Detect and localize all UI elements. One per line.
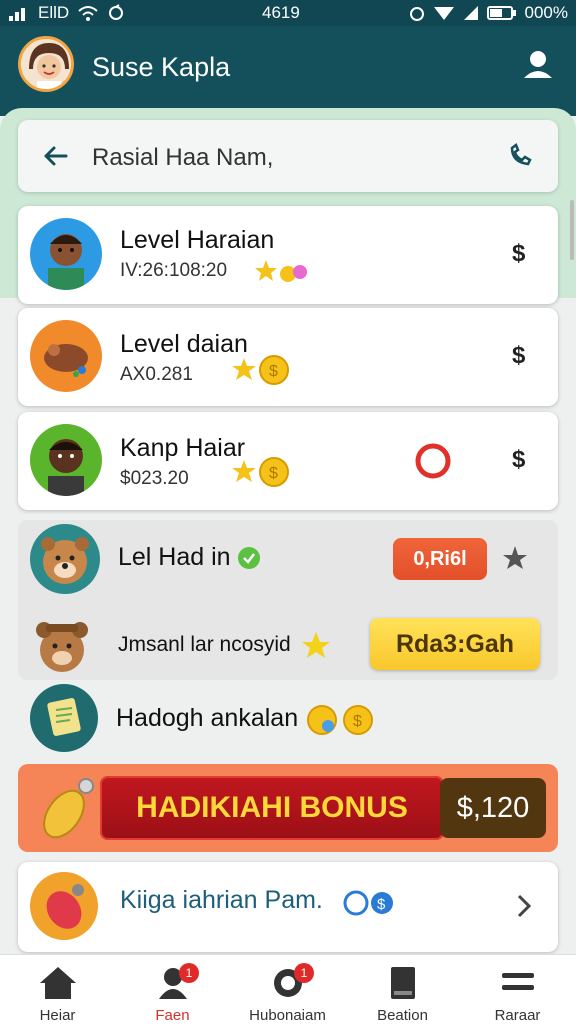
scrollbar[interactable]: [570, 200, 574, 260]
svg-text:$: $: [269, 465, 278, 482]
list-item[interactable]: Level Haraian IV:26:108:20 $: [18, 206, 558, 304]
check-badge-icon: [238, 547, 260, 569]
nav-home[interactable]: Heiar: [0, 955, 115, 1024]
promo-row[interactable]: Kiiga iahrian Pam. $: [18, 862, 558, 952]
carrier-label: EllD: [38, 3, 70, 22]
bonus-amount[interactable]: $,120: [440, 778, 546, 838]
cell-signal-icon: [463, 6, 478, 20]
bottom-nav: Heiar 1 Faen 1 Hubonaiam Beation Raraar: [0, 954, 576, 1024]
row-action[interactable]: $: [512, 240, 525, 268]
record-icon[interactable]: [414, 442, 452, 480]
row-subtitle: $023.20: [120, 468, 189, 489]
svg-text:$: $: [269, 363, 278, 380]
search-input[interactable]: Rasial Haa Nam,: [92, 144, 273, 172]
row-title: Level Haraian: [120, 226, 275, 254]
panel-row-title: Jmsanl lar ncosyid: [118, 633, 291, 656]
battery-percent: 000%: [524, 3, 568, 22]
promo-avatar: [30, 872, 98, 940]
notification-badge: 1: [294, 963, 314, 983]
nav-label: Heiar: [39, 1007, 76, 1024]
profile-avatar[interactable]: [18, 36, 74, 92]
alarm-icon: [409, 7, 424, 21]
man-avatar: [30, 218, 102, 290]
chevron-right-icon[interactable]: [514, 892, 534, 920]
clock: 4619: [262, 3, 300, 22]
row-action[interactable]: $: [512, 446, 525, 474]
coins-icon: $: [307, 705, 373, 735]
bear-mascot-icon: [30, 614, 94, 678]
nav-label: Faen: [155, 1007, 190, 1024]
star-icon[interactable]: [502, 545, 528, 571]
nav-label: Beation: [377, 1007, 428, 1024]
nav-menu[interactable]: Raraar: [460, 955, 575, 1024]
panel-button-orange[interactable]: 0,Ri6l: [393, 538, 487, 580]
nav-label: Raraar: [494, 1007, 541, 1024]
list-item[interactable]: Level daian AX0.281 $ $: [18, 308, 558, 406]
svg-text:$: $: [377, 896, 386, 913]
user-icon[interactable]: [520, 46, 556, 82]
notification-badge: 1: [179, 963, 199, 983]
nav-book[interactable]: Beation: [345, 955, 460, 1024]
wifi-full-icon: [433, 7, 454, 20]
row-subtitle: IV:26:108:20: [120, 260, 228, 281]
star-coin-icon: $: [232, 457, 289, 487]
star-coin-icon: $: [232, 355, 289, 385]
page-title: Suse Kapla: [92, 52, 231, 82]
signal-icon: [9, 8, 25, 21]
menu-icon: [502, 973, 534, 990]
rocket-icon: [43, 778, 94, 839]
book-icon: [391, 967, 415, 999]
row-title: Level daian: [120, 330, 248, 358]
man-avatar: [30, 424, 102, 496]
search-bar[interactable]: Rasial Haa Nam,: [18, 120, 558, 192]
bear-avatar: [30, 524, 100, 594]
sync-icon: [109, 4, 124, 20]
item-avatar: [30, 320, 102, 392]
battery-icon: [486, 6, 516, 20]
row-title: Kanp Haiar: [120, 434, 246, 462]
woman-avatar-icon: [21, 39, 71, 89]
nav-chat[interactable]: 1 Hubonaiam: [230, 955, 345, 1024]
row-action[interactable]: $: [512, 342, 525, 370]
bonus-banner[interactable]: HADIKIAHI BONUS $,120: [18, 764, 558, 852]
panel-row-title: Lel Had in: [118, 543, 231, 571]
star-icon: [302, 632, 330, 658]
home-icon: [40, 967, 76, 999]
promo-icons: $: [343, 890, 393, 916]
bonus-label[interactable]: HADIKIAHI BONUS: [100, 776, 444, 840]
nav-person[interactable]: 1 Faen: [115, 955, 230, 1024]
star-coin-icon: [255, 260, 307, 282]
row-subtitle: AX0.281: [120, 364, 193, 385]
promo-title: Kiiga iahrian Pam.: [120, 886, 323, 914]
panel-button-yellow[interactable]: Rda3:Gah: [370, 618, 540, 670]
document-avatar: [30, 684, 98, 752]
status-bar: EllD 4619 000%: [0, 0, 576, 26]
svg-text:$: $: [353, 713, 362, 730]
phone-icon[interactable]: [506, 142, 534, 170]
app-header: Suse Kapla: [0, 26, 576, 116]
nav-label: Hubonaiam: [249, 1007, 326, 1024]
wifi-icon: [78, 6, 98, 21]
list-item[interactable]: Kanp Haiar $023.20 $ $: [18, 412, 558, 510]
list-item-title[interactable]: Hadogh ankalan: [116, 704, 298, 733]
arrow-left-icon[interactable]: [42, 142, 70, 170]
